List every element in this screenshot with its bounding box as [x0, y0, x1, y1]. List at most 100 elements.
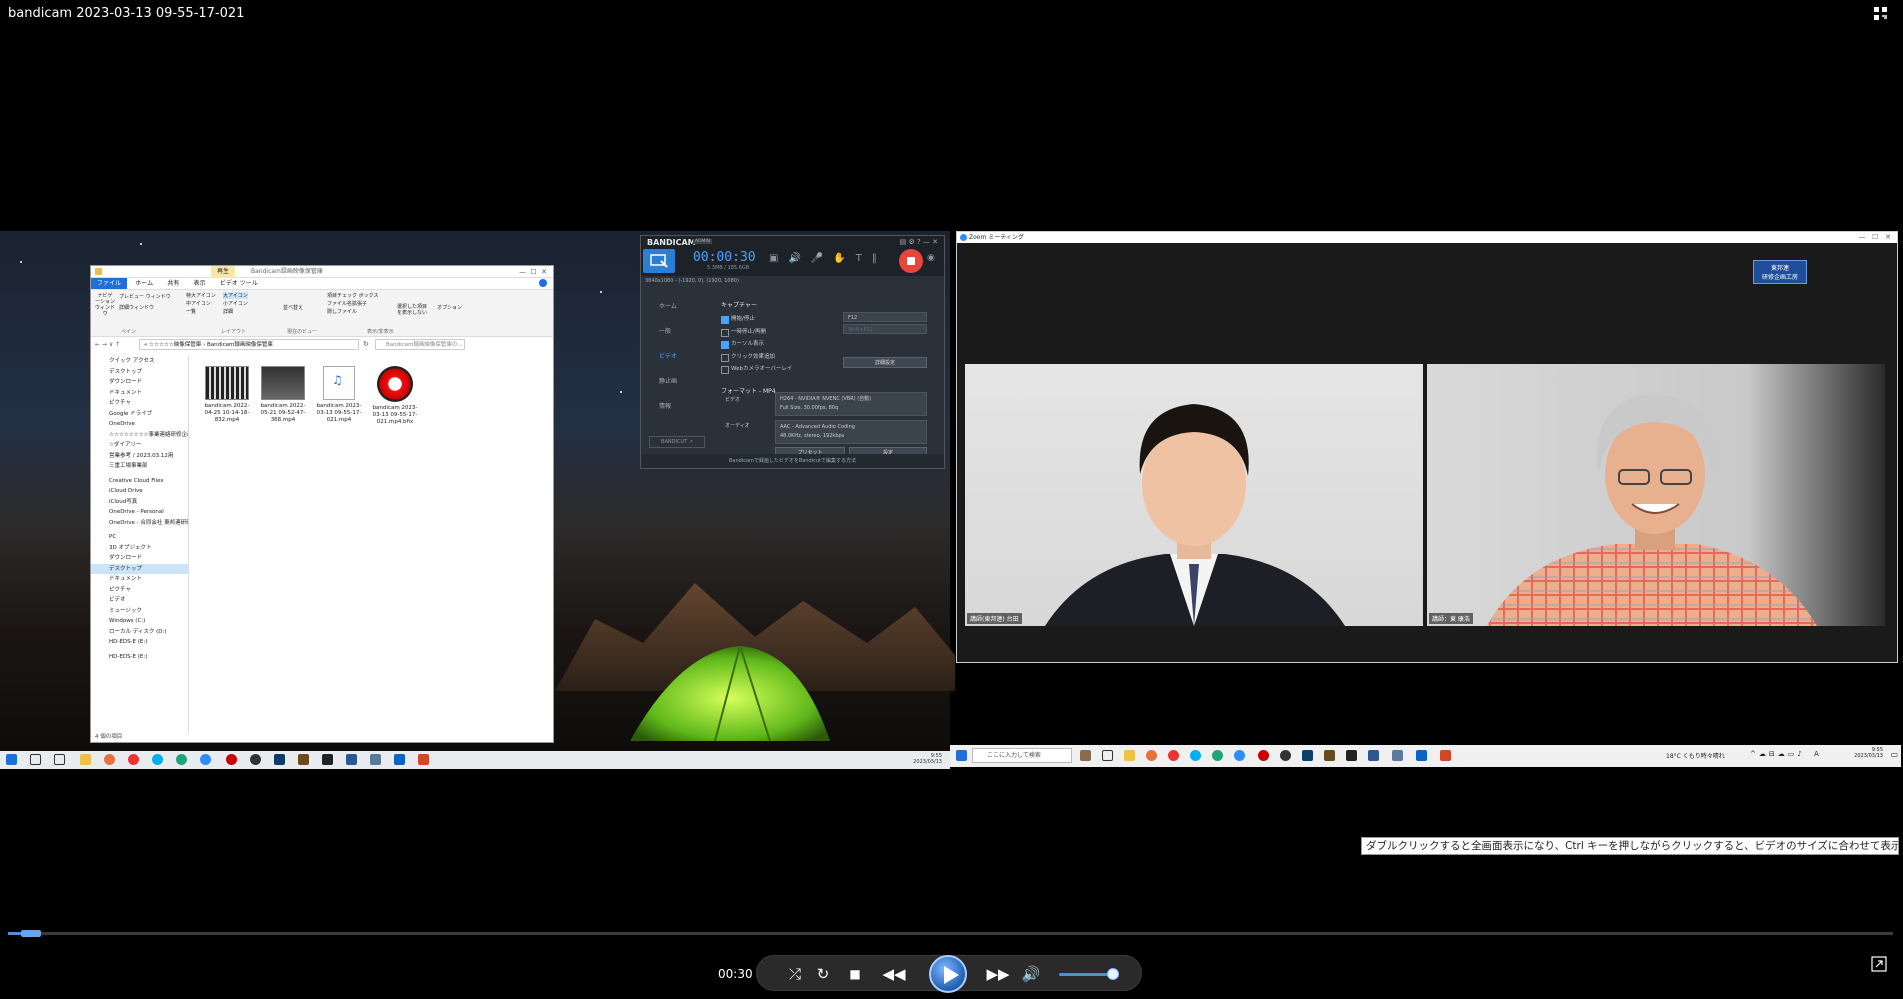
- sidebar-item[interactable]: 3D オブジェクト: [91, 543, 188, 554]
- sidebar-item[interactable]: ダウンロード: [91, 553, 188, 564]
- search-icon[interactable]: [30, 754, 41, 765]
- tab-home[interactable]: ホーム: [129, 278, 159, 289]
- app-icon[interactable]: [1368, 750, 1379, 761]
- volume-thumb[interactable]: [1107, 968, 1119, 980]
- help-icon[interactable]: [539, 279, 547, 287]
- camera-app-icon[interactable]: [1392, 750, 1403, 761]
- sidebar-item[interactable]: Creative Cloud Files: [91, 476, 188, 487]
- options-button[interactable]: オプション: [437, 304, 462, 311]
- sidebar-item[interactable]: デスクトップ: [91, 563, 188, 574]
- stop-recording-button[interactable]: [899, 249, 923, 273]
- video-tile-left[interactable]: 講師(東邦連) 台田: [965, 364, 1423, 626]
- volume-icon[interactable]: 🔊: [1021, 964, 1041, 984]
- window-controls[interactable]: ▤ ⚙ ? — ✕: [900, 238, 938, 246]
- bandicam-icon[interactable]: [1258, 750, 1269, 761]
- sidebar-item[interactable]: ダウンロード: [91, 377, 188, 388]
- compact-mode-icon[interactable]: [1873, 6, 1889, 22]
- window-controls[interactable]: — ☐ ✕: [1859, 232, 1892, 243]
- bandicam-sidebar[interactable]: ホーム 一般 ビデオ 静止画 情報: [647, 294, 707, 419]
- sidebar-item[interactable]: PC: [91, 532, 188, 543]
- tab-video-tools[interactable]: ビデオ ツール: [214, 278, 264, 289]
- sidebar-item[interactable]: ミュージック: [91, 606, 188, 617]
- skype-icon[interactable]: [1190, 750, 1201, 761]
- navigation-pane[interactable]: クイック アクセス デスクトップ ダウンロード ドキュメント ピクチャ Google ドラ…: [91, 356, 189, 734]
- zoom-icon[interactable]: [200, 754, 211, 765]
- firefox-icon[interactable]: [104, 754, 115, 765]
- hide-selected-button[interactable]: 選択した項目を表示しない: [397, 304, 431, 316]
- file-ext-toggle[interactable]: ファイル名拡張子: [327, 300, 367, 307]
- edge-icon[interactable]: [176, 754, 187, 765]
- preview-pane-button[interactable]: プレビュー ウィンドウ: [119, 293, 171, 300]
- view-details[interactable]: 詳細: [223, 308, 233, 315]
- hotkey-field-2[interactable]: Shift+F12: [843, 324, 927, 334]
- sidebar-item-general[interactable]: 一般: [647, 319, 707, 344]
- fast-forward-button[interactable]: ▶▶: [983, 964, 1013, 984]
- sidebar-item-home[interactable]: ホーム: [647, 294, 707, 319]
- file-item[interactable]: bandicam 2023-03-13 09-55-17-021.mp4.bfi…: [369, 366, 421, 426]
- skype-icon[interactable]: [152, 754, 163, 765]
- bandicam-window[interactable]: BANDICAM ADMIN ▤ ⚙ ? — ✕ 00:00:30 5.3MB …: [640, 235, 945, 469]
- ribbon-tabs[interactable]: ファイル ホーム 共有 表示 ビデオ ツール: [91, 278, 553, 289]
- app-icon[interactable]: [1080, 750, 1091, 761]
- file-explorer-window[interactable]: 再生 Bandicam録画映像保管庫 — ☐ ✕ ファイル ホーム 共有 表示 …: [90, 265, 554, 743]
- chrome-icon[interactable]: [128, 754, 139, 765]
- view-medium-icons[interactable]: 中アイコン: [186, 300, 211, 307]
- sidebar-item-video[interactable]: ビデオ: [647, 344, 707, 369]
- ime-indicator[interactable]: A: [1814, 750, 1819, 758]
- bandicut-link[interactable]: BANDICUT ↗: [649, 436, 705, 448]
- camera-app-icon[interactable]: [370, 754, 381, 765]
- sidebar-item[interactable]: OneDrive: [91, 419, 188, 430]
- sidebar-item[interactable]: ローカル ディスク (D:): [91, 627, 188, 638]
- task-view-icon[interactable]: [1102, 750, 1113, 761]
- app-icon[interactable]: [1346, 750, 1357, 761]
- video-frame[interactable]: 再生 Bandicam録画映像保管庫 — ☐ ✕ ファイル ホーム 共有 表示 …: [0, 231, 1903, 769]
- sidebar-item[interactable]: OneDrive - Personal: [91, 507, 188, 518]
- advanced-settings-button[interactable]: 詳細設定: [843, 357, 927, 368]
- view-large-icons[interactable]: 特大アイコン: [186, 292, 216, 299]
- screen-mode-button[interactable]: [643, 249, 675, 273]
- start-icon[interactable]: [956, 750, 967, 761]
- bandicam-icon[interactable]: [226, 754, 237, 765]
- file-item[interactable]: ♫ bandicam 2023-03-13 09-55-17-021.mp4: [313, 366, 365, 424]
- explorer-titlebar[interactable]: 再生 Bandicam録画映像保管庫 — ☐ ✕: [91, 266, 553, 278]
- sidebar-item[interactable]: HD-EDS-E (E:): [91, 637, 188, 648]
- tab-share[interactable]: 共有: [161, 278, 185, 289]
- view-big-icons[interactable]: 大アイコン: [223, 292, 248, 299]
- camera-icon[interactable]: ◉: [927, 253, 935, 263]
- hotkey-field[interactable]: F12: [843, 312, 927, 322]
- video-tile-right[interactable]: 講師：東 康浩: [1427, 364, 1885, 626]
- file-list[interactable]: bandicam 2022-04-25 10-14-18-832.mp4 ban…: [201, 366, 541, 456]
- clock-right[interactable]: 9:55 2023/03/13: [1854, 747, 1883, 759]
- window-controls[interactable]: — ☐ ✕: [519, 266, 547, 278]
- view-small-icons[interactable]: 小アイコン: [223, 300, 248, 307]
- app-icon[interactable]: [1302, 750, 1313, 761]
- app-icon[interactable]: [298, 754, 309, 765]
- app-icon[interactable]: [1280, 750, 1291, 761]
- zoom-meeting-window[interactable]: Zoom ミーティング — ☐ ✕ 東邦連 研修企画工房 講師(東邦連) 台田: [956, 231, 1898, 663]
- repeat-icon[interactable]: ↻: [813, 964, 833, 984]
- checkbox-cursor[interactable]: カーソル表示: [721, 338, 941, 351]
- tab-file[interactable]: ファイル: [91, 278, 128, 289]
- sidebar-item[interactable]: ピクチャ: [91, 398, 188, 409]
- outlook-icon[interactable]: [394, 754, 405, 765]
- sidebar-item[interactable]: ドキュメント: [91, 388, 188, 399]
- nav-arrows[interactable]: ← → ∨ ↑: [95, 341, 120, 348]
- tab-view[interactable]: 表示: [188, 278, 212, 289]
- start-icon[interactable]: [6, 754, 17, 765]
- address-bar[interactable]: « ☆☆☆☆☆映像保管庫 › Bandicam録画映像保管庫: [139, 339, 359, 350]
- sidebar-item-image[interactable]: 静止画: [647, 369, 707, 394]
- context-tab-play[interactable]: 再生: [211, 266, 236, 278]
- bandicam-footer-link[interactable]: Bandicamで録画したビデオをBandicutで編集する方法: [641, 454, 944, 468]
- zoom-titlebar[interactable]: Zoom ミーティング — ☐ ✕: [957, 232, 1897, 243]
- sidebar-item[interactable]: デスクトップ: [91, 367, 188, 378]
- explorer-icon[interactable]: [1124, 750, 1135, 761]
- zoom-icon[interactable]: [1234, 750, 1245, 761]
- app-icon[interactable]: [274, 754, 285, 765]
- seek-bar[interactable]: [8, 930, 1893, 937]
- sort-button[interactable]: 並べ替え: [283, 304, 303, 311]
- search-input[interactable]: Bandicam録画映像保管庫の...: [375, 339, 465, 350]
- shuffle-icon[interactable]: ⤮: [785, 964, 805, 984]
- details-pane-button[interactable]: 詳細ウィンドウ: [119, 304, 154, 311]
- sidebar-item[interactable]: 営業参考 / 2023.03.12用: [91, 451, 188, 462]
- firefox-icon[interactable]: [1146, 750, 1157, 761]
